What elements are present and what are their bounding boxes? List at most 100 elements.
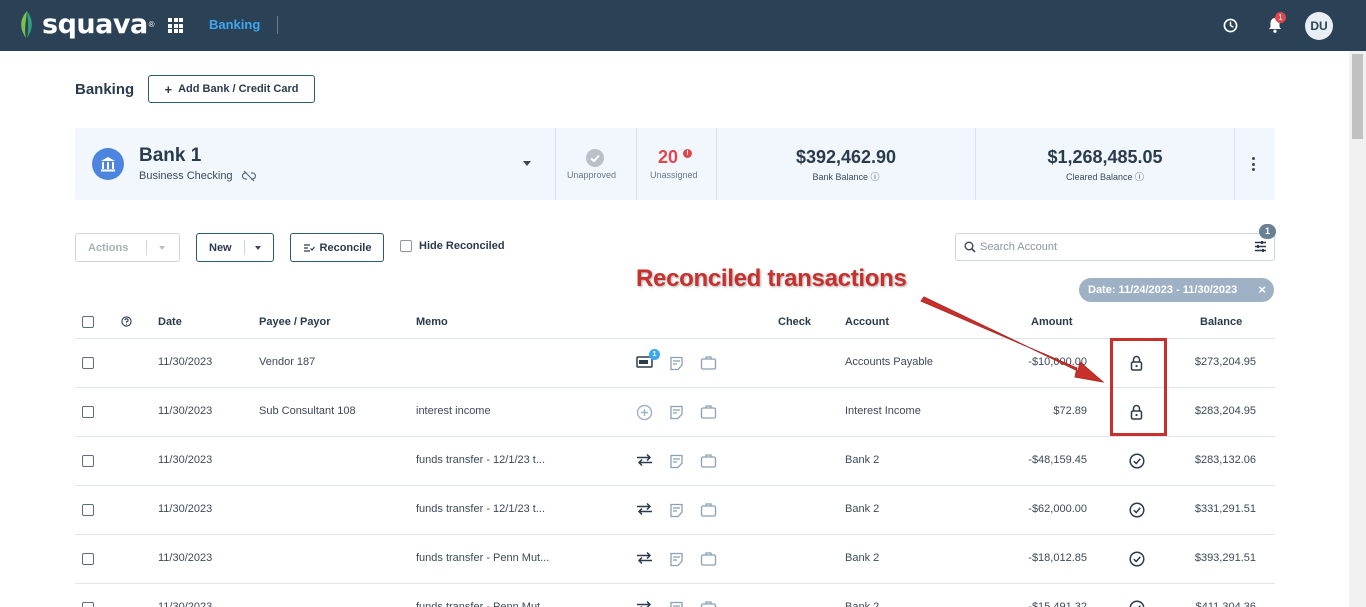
- briefcase-icon[interactable]: [700, 551, 717, 571]
- row-memo: interest income: [416, 405, 491, 417]
- logo-wordmark: squava: [42, 9, 148, 40]
- transfer-icon[interactable]: [636, 551, 653, 570]
- row-divider: [75, 387, 1275, 388]
- column-header-account[interactable]: Account: [845, 316, 889, 328]
- row-account: Bank 2: [845, 601, 880, 607]
- note-icon[interactable]: [669, 552, 684, 572]
- row-date: 11/30/2023: [158, 601, 213, 607]
- note-icon[interactable]: [669, 405, 684, 425]
- date-filter-label: Date: 11/24/2023 - 11/30/2023: [1088, 284, 1238, 296]
- apps-grid-icon[interactable]: [168, 18, 183, 33]
- briefcase-icon[interactable]: [700, 404, 717, 424]
- info-icon[interactable]: ⓘ: [1135, 172, 1144, 182]
- briefcase-icon[interactable]: [700, 355, 717, 375]
- reconcile-icon: [303, 243, 315, 252]
- row-checkbox[interactable]: [82, 602, 94, 607]
- note-icon[interactable]: [669, 601, 684, 607]
- row-amount: -$48,159.45: [1028, 454, 1087, 466]
- unassigned-label: Unassigned: [650, 170, 698, 180]
- row-account: Accounts Payable: [845, 356, 934, 368]
- row-balance: $411,304.36: [1195, 601, 1256, 607]
- filter-sliders-icon[interactable]: [1254, 240, 1267, 253]
- link-off-icon: [242, 170, 256, 182]
- row-checkbox[interactable]: [82, 406, 94, 418]
- column-header-check[interactable]: Check: [778, 316, 811, 328]
- transfer-icon[interactable]: [636, 453, 653, 472]
- nav-banking[interactable]: Banking: [209, 17, 260, 32]
- help-icon[interactable]: [121, 316, 132, 327]
- check-circle-icon[interactable]: [1129, 600, 1145, 607]
- hide-reconciled-checkbox[interactable]: [400, 240, 412, 252]
- add-bank-button[interactable]: + Add Bank / Credit Card: [148, 75, 315, 103]
- bank-name[interactable]: Bank 1: [139, 145, 201, 167]
- column-header-memo[interactable]: Memo: [416, 316, 448, 328]
- search-icon: [964, 241, 976, 253]
- row-memo: funds transfer - 12/1/23 t...: [416, 503, 546, 515]
- account-summary-bar: Bank 1 Business Checking Unapproved 20 !…: [75, 128, 1275, 200]
- row-account: Bank 2: [845, 552, 880, 564]
- annotation-label: Reconciled transactions: [636, 265, 907, 292]
- nav-divider: [277, 16, 278, 34]
- plus-icon: +: [164, 81, 173, 97]
- briefcase-icon[interactable]: [700, 453, 717, 473]
- alert-icon: !: [683, 149, 692, 158]
- squava-logo[interactable]: squava ®: [16, 9, 155, 40]
- note-icon[interactable]: [669, 454, 684, 474]
- note-icon[interactable]: [669, 356, 684, 376]
- divider: [636, 128, 637, 200]
- transfer-icon[interactable]: [636, 502, 653, 521]
- column-header-amount[interactable]: Amount: [1031, 316, 1073, 328]
- user-avatar[interactable]: DU: [1305, 12, 1333, 40]
- row-checkbox[interactable]: [82, 357, 94, 369]
- actions-dropdown[interactable]: Actions: [75, 233, 180, 262]
- plus-circle-icon[interactable]: [636, 404, 653, 426]
- note-icon[interactable]: [669, 503, 684, 523]
- row-date: 11/30/2023: [158, 552, 213, 564]
- page-scrollbar[interactable]: [1349, 51, 1366, 607]
- scrollbar-thumb[interactable]: [1352, 54, 1363, 139]
- leaf-logo-icon: [21, 10, 32, 38]
- bank-select-chevron-down-icon[interactable]: [523, 161, 531, 166]
- row-divider: [75, 534, 1275, 535]
- chevron-down-icon: [255, 246, 261, 250]
- new-dropdown[interactable]: New: [196, 233, 274, 262]
- date-filter-chip[interactable]: Date: 11/24/2023 - 11/30/2023 ×: [1079, 278, 1274, 302]
- row-date: 11/30/2023: [158, 454, 213, 466]
- check-circle-icon[interactable]: [1129, 453, 1145, 474]
- info-icon[interactable]: ⓘ: [871, 172, 880, 182]
- search-input[interactable]: [980, 234, 1240, 260]
- row-checkbox[interactable]: [82, 504, 94, 516]
- row-account: Bank 2: [845, 454, 880, 466]
- row-checkbox[interactable]: [82, 553, 94, 565]
- check-circle-icon[interactable]: [1129, 551, 1145, 572]
- clock-icon[interactable]: [1223, 18, 1238, 33]
- column-header-date[interactable]: Date: [158, 316, 182, 328]
- column-header-balance[interactable]: Balance: [1200, 316, 1242, 328]
- filter-count-badge: 1: [1259, 224, 1276, 239]
- hide-reconciled-label[interactable]: Hide Reconciled: [419, 240, 505, 252]
- check-circle-icon[interactable]: [586, 149, 604, 167]
- column-header-payee[interactable]: Payee / Payor: [259, 316, 331, 328]
- notification-badge: 1: [1275, 12, 1286, 23]
- briefcase-icon[interactable]: [700, 502, 717, 522]
- add-bank-label: Add Bank / Credit Card: [178, 83, 299, 95]
- row-memo: funds transfer - Penn Mut...: [416, 552, 550, 564]
- registered-mark: ®: [148, 20, 155, 29]
- header-divider: [75, 338, 1275, 339]
- more-options-icon[interactable]: [1252, 157, 1256, 171]
- reconcile-button[interactable]: Reconcile: [290, 233, 384, 262]
- row-balance: $393,291.51: [1194, 552, 1256, 564]
- close-icon[interactable]: ×: [1258, 282, 1266, 297]
- row-payee: Sub Consultant 108: [259, 405, 356, 417]
- unassigned-count[interactable]: 20: [658, 147, 678, 168]
- row-balance: $283,132.06: [1194, 454, 1256, 466]
- row-checkbox[interactable]: [82, 455, 94, 467]
- unapproved-label: Unapproved: [567, 170, 617, 180]
- row-amount: -$62,000.00: [1028, 503, 1087, 515]
- select-all-checkbox[interactable]: [82, 316, 94, 328]
- transfer-icon[interactable]: [636, 600, 653, 607]
- row-date: 11/30/2023: [158, 356, 213, 368]
- briefcase-icon[interactable]: [700, 600, 717, 607]
- bank-icon: [92, 148, 124, 180]
- check-circle-icon[interactable]: [1129, 502, 1145, 523]
